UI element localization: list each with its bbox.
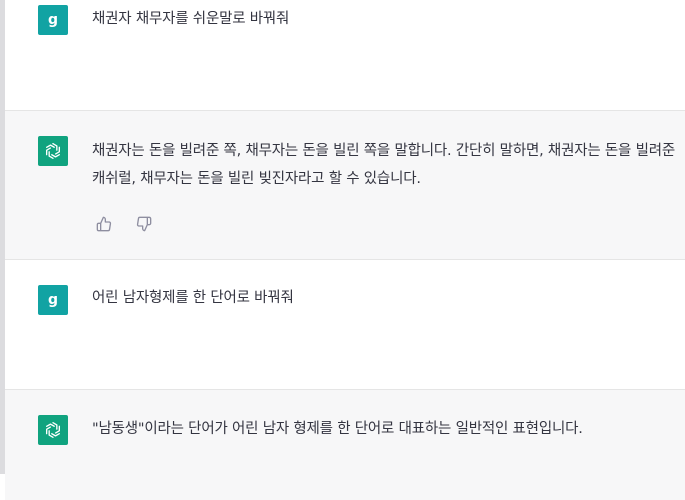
assistant-message-text: "남동생"이라는 단어가 어린 남자 형제를 한 단어로 대표하는 일반적인 표… <box>92 421 583 437</box>
user-avatar: g <box>38 285 68 315</box>
assistant-message-row: "남동생"이라는 단어가 어린 남자 형제를 한 단어로 대표하는 일반적인 표… <box>5 390 685 500</box>
user-message-text: 채권자 채무자를 쉬운말로 바꿔줘 <box>92 11 290 27</box>
thumbs-up-button[interactable] <box>95 215 113 233</box>
user-avatar-letter: g <box>47 292 59 308</box>
user-message-text: 어린 남자형제를 한 단어로 바꿔줘 <box>92 290 294 306</box>
assistant-avatar <box>38 136 68 166</box>
thumbs-down-icon <box>136 216 152 232</box>
assistant-message-row: 채권자는 돈을 빌려준 쪽, 채무자는 돈을 빌린 쪽을 말합니다. 간단히 말… <box>5 111 685 260</box>
user-message-row: g 채권자 채무자를 쉬운말로 바꿔줘 <box>5 0 685 111</box>
user-avatar: g <box>38 5 68 35</box>
assistant-avatar <box>38 415 68 445</box>
user-avatar-letter: g <box>47 12 59 28</box>
openai-logo-icon <box>45 422 61 438</box>
thumbs-down-button[interactable] <box>135 215 153 233</box>
feedback-controls <box>95 215 153 233</box>
openai-logo-icon <box>45 143 61 159</box>
assistant-message-text: 채권자는 돈을 빌려준 쪽, 채무자는 돈을 빌린 쪽을 말합니다. 간단히 말… <box>92 143 676 187</box>
user-message-row: g 어린 남자형제를 한 단어로 바꿔줘 <box>5 260 685 390</box>
thumbs-up-icon <box>96 216 112 232</box>
